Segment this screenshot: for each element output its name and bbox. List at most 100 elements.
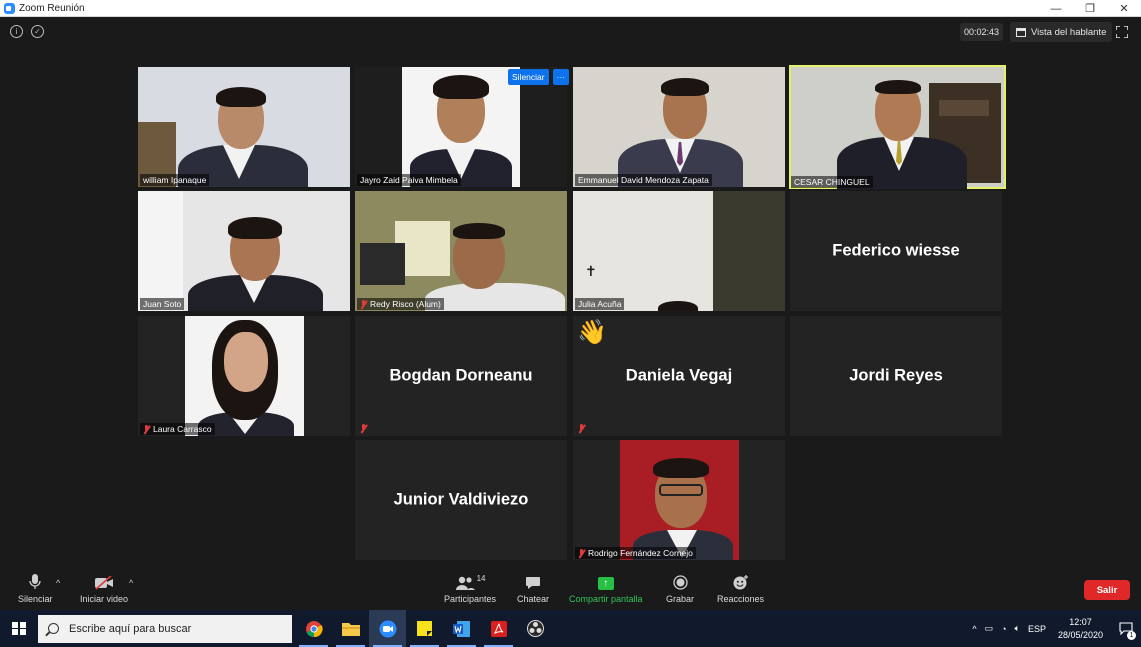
participant-name: Julia Acuña [578, 299, 622, 309]
minimize-button[interactable]: — [1039, 0, 1073, 17]
close-button[interactable]: ✕ [1107, 0, 1141, 17]
file-explorer-app[interactable] [332, 610, 369, 647]
action-center-button[interactable]: 1 [1111, 610, 1141, 647]
system-tray: ^ ▭ ◔ 🔈︎ ESP 12:07 28/05/2020 1 [968, 610, 1141, 647]
tile-more-button[interactable]: ··· [552, 69, 570, 85]
speaker-view-icon [1016, 27, 1026, 37]
chrome-icon [305, 620, 323, 637]
participant-name: Jayro Zaid Paiva Mimbela [360, 175, 458, 185]
folder-icon [341, 623, 360, 636]
record-label: Grabar [666, 594, 695, 604]
wave-reaction-icon: 👋 [577, 319, 607, 346]
video-tile[interactable]: Jayro Zaid Paiva Mimbela [355, 67, 567, 187]
participant-video [138, 191, 350, 311]
video-tile[interactable]: Junior Valdiviezo [355, 440, 567, 560]
wifi-icon[interactable]: ◔ [1001, 624, 1006, 634]
search-placeholder: Escribe aquí para buscar [69, 622, 192, 635]
record-button[interactable]: Grabar [666, 574, 694, 604]
muted-mic-icon [360, 299, 367, 309]
participant-name: Federico wiesse [832, 241, 960, 260]
zoom-icon [379, 620, 396, 637]
meeting-toolbar: Silenciar ^ Iniciar video ^ 14 Participa… [0, 566, 1141, 610]
video-tile[interactable]: Rodrigo Fernández Cornejo [573, 440, 785, 560]
word-app[interactable] [443, 610, 480, 647]
video-tile[interactable]: Bogdan Dorneanu [355, 316, 567, 436]
info-icon[interactable]: i [10, 25, 23, 38]
microphone-icon [29, 574, 41, 590]
participants-label: Participantes [444, 594, 497, 604]
word-icon [453, 620, 470, 637]
participant-name-label: CESAR CHINGUEL [791, 176, 873, 188]
muted-mic-icon [578, 548, 585, 558]
notification-count: 1 [1127, 631, 1136, 640]
taskbar-clock[interactable]: 12:07 28/05/2020 [1058, 616, 1103, 642]
share-screen-button[interactable]: ↑ Compartir pantalla [569, 574, 643, 604]
video-tile-active-speaker[interactable]: CESAR CHINGUEL [789, 65, 1006, 189]
participant-video [355, 67, 567, 187]
tile-hover-controls: Silenciar ··· [508, 69, 570, 85]
participant-name: william Ipanaque [143, 175, 207, 185]
search-icon [48, 623, 59, 634]
sticky-notes-app[interactable] [406, 610, 443, 647]
video-tile[interactable]: Emmanuel David Mendoza Zapata [573, 67, 785, 187]
start-video-button[interactable]: Iniciar video [80, 574, 128, 604]
battery-icon[interactable]: ▭ [985, 623, 994, 634]
language-indicator[interactable]: ESP [1028, 624, 1046, 634]
pdf-icon [490, 620, 507, 637]
window-controls: — ❐ ✕ [1039, 0, 1141, 17]
speaker-view-label: Vista del hablante [1031, 26, 1107, 38]
leave-meeting-button[interactable]: Salir [1084, 580, 1130, 600]
participant-name: Rodrigo Fernández Cornejo [588, 548, 693, 558]
clock-time: 12:07 [1069, 616, 1092, 627]
participant-name: Laura Carrasco [153, 424, 212, 434]
mute-button[interactable]: Silenciar [18, 574, 53, 604]
video-options-caret-icon[interactable]: ^ [129, 578, 133, 588]
participant-video: ✝ [573, 191, 785, 311]
start-button[interactable] [0, 610, 38, 647]
audio-options-caret-icon[interactable]: ^ [56, 578, 60, 588]
video-tile[interactable]: Jordi Reyes [790, 316, 1002, 436]
participant-video [573, 440, 785, 560]
video-tile[interactable]: Federico wiesse [790, 191, 1002, 311]
participant-name-label: Julia Acuña [575, 298, 625, 310]
video-tile[interactable]: william Ipanaque [138, 67, 350, 187]
participant-name: Emmanuel David Mendoza Zapata [578, 175, 709, 185]
chat-button[interactable]: Chatear [517, 574, 549, 604]
tile-mute-button[interactable]: Silenciar [508, 69, 549, 85]
video-tile[interactable]: Laura Carrasco [138, 316, 350, 436]
acrobat-app[interactable] [480, 610, 517, 647]
video-tile[interactable]: ✝ Julia Acuña [573, 191, 785, 311]
chrome-app[interactable] [295, 610, 332, 647]
participants-icon: 14 [455, 574, 486, 590]
reactions-icon [733, 574, 749, 590]
participant-name: Daniela Vegaj [625, 366, 733, 385]
start-video-label: Iniciar video [80, 594, 129, 604]
fullscreen-icon[interactable] [1116, 26, 1128, 38]
zoom-app-icon [4, 2, 15, 14]
zoom-window: Zoom Reunión — ❐ ✕ i ✓ 00:02:43 Vista de… [0, 0, 1141, 647]
muted-mic-icon [143, 424, 150, 434]
participant-video [789, 65, 1006, 189]
volume-icon[interactable]: 🔈︎ [1015, 623, 1020, 634]
participant-name-label: Rodrigo Fernández Cornejo [575, 547, 696, 559]
meeting-info-icons: i ✓ [10, 25, 44, 38]
taskbar-search-box[interactable]: Escribe aquí para buscar [38, 614, 292, 643]
show-hidden-icons-chevron-icon[interactable]: ^ [972, 624, 976, 634]
video-tile[interactable]: Juan Soto [138, 191, 350, 311]
chat-label: Chatear [517, 594, 550, 604]
shield-icon[interactable]: ✓ [31, 25, 44, 38]
restore-button[interactable]: ❐ [1073, 0, 1107, 17]
speaker-view-button[interactable]: Vista del hablante [1010, 22, 1113, 42]
participants-count: 14 [476, 574, 486, 583]
reactions-button[interactable]: Reacciones [717, 574, 764, 604]
obs-app[interactable] [517, 610, 554, 647]
zoom-app[interactable] [369, 610, 406, 647]
participants-button[interactable]: 14 Participantes [444, 574, 496, 604]
video-tile[interactable]: Redy Risco (Alum) [355, 191, 567, 311]
participant-name-label: william Ipanaque [140, 174, 210, 186]
sticky-note-icon [417, 621, 432, 636]
windows-taskbar: Escribe aquí para buscar ^ ▭ ◔ 🔈︎ ESP 12… [0, 610, 1141, 647]
participant-video [138, 316, 350, 436]
record-icon [672, 574, 688, 590]
mute-label: Silenciar [18, 594, 53, 604]
